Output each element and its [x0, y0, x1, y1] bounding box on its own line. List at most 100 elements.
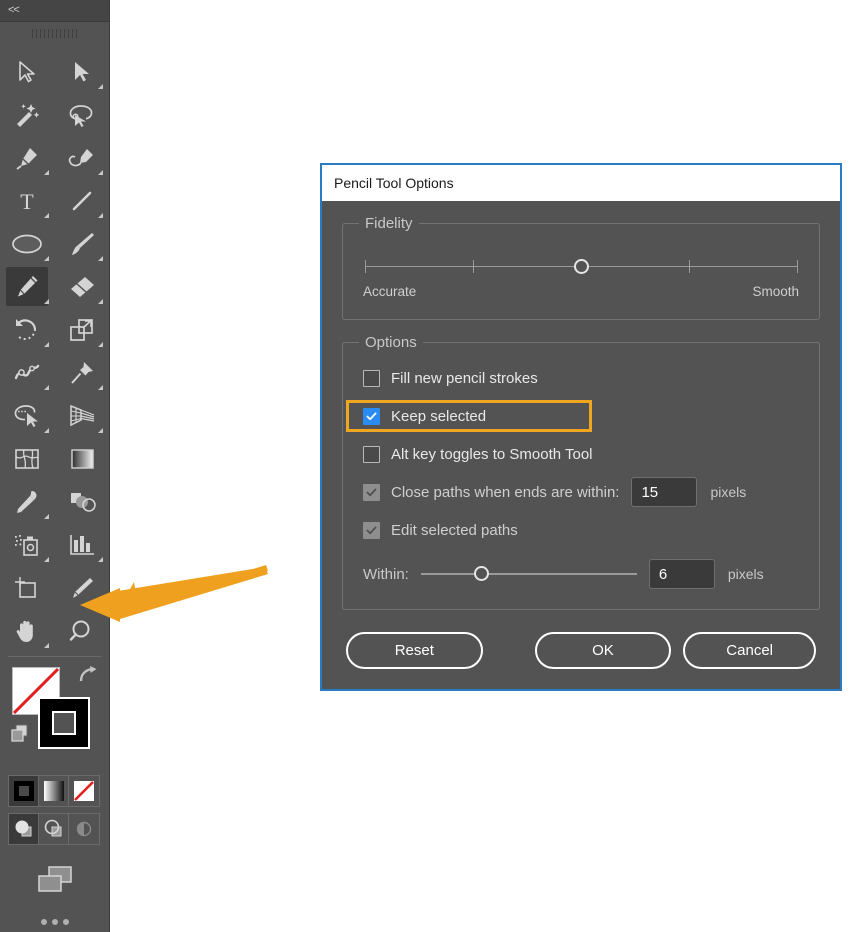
within-value-input[interactable]: 6 [648, 559, 715, 589]
ellipse-tool[interactable] [0, 222, 55, 265]
mesh-tool[interactable] [0, 437, 55, 480]
flyout-corner-icon[interactable] [43, 385, 49, 390]
flyout-corner-icon[interactable] [43, 514, 49, 519]
type-tool[interactable]: T [0, 179, 55, 222]
paintbrush-tool[interactable] [55, 222, 110, 265]
rotate-tool[interactable] [0, 308, 55, 351]
flyout-corner-icon[interactable] [98, 428, 103, 433]
grip-lines-icon [31, 28, 78, 38]
selection-tool[interactable] [0, 50, 55, 93]
flyout-corner-icon[interactable] [43, 428, 49, 433]
flyout-corner-icon[interactable] [43, 256, 49, 261]
symbol-sprayer-tool[interactable] [0, 523, 55, 566]
symbol-sprayer-icon [15, 534, 39, 556]
flyout-corner-icon[interactable] [43, 170, 49, 175]
pen-tool[interactable] [0, 136, 55, 179]
within-slider-thumb[interactable] [474, 566, 490, 581]
stroke-color-swatch[interactable] [38, 697, 90, 749]
ellipsis-dot [40, 919, 47, 925]
flyout-corner-icon[interactable] [98, 299, 103, 304]
gradient-bar-icon [71, 448, 94, 469]
checkmark-icon [366, 526, 377, 534]
eraser-icon [70, 276, 94, 297]
draw-mode-row [8, 813, 100, 845]
slice-tool[interactable] [55, 566, 110, 609]
flyout-corner-icon[interactable] [98, 557, 103, 562]
none-mode-button[interactable] [69, 776, 99, 806]
within-row[interactable]: Within: 6 pixels [363, 559, 799, 589]
edit-selected-paths-checkbox[interactable] [363, 521, 380, 539]
flyout-corner-icon[interactable] [98, 256, 103, 261]
magnifier-icon [69, 620, 90, 641]
flyout-corner-icon[interactable] [98, 170, 103, 175]
color-mode-button[interactable] [9, 776, 39, 806]
panel-drag-grip[interactable] [0, 22, 109, 44]
column-graph-tool[interactable] [55, 523, 110, 566]
gradient-mode-button[interactable] [39, 776, 69, 806]
fill-new-pencil-strokes-row[interactable]: Fill new pencil strokes [363, 365, 799, 391]
artboard-icon [15, 576, 37, 598]
magic-wand-tool[interactable] [0, 93, 55, 136]
flyout-corner-icon[interactable] [43, 342, 49, 347]
swap-fill-stroke-icon[interactable] [77, 665, 99, 690]
reset-button[interactable]: Reset [346, 632, 483, 669]
change-screen-mode-button[interactable] [0, 863, 109, 895]
flyout-corner-icon[interactable] [98, 213, 103, 218]
dialog-titlebar[interactable]: Pencil Tool Options [322, 165, 840, 201]
flyout-corner-icon[interactable] [98, 600, 103, 605]
paint-mode-row [8, 775, 100, 807]
draw-normal-button[interactable] [9, 814, 39, 844]
pencil-tool[interactable] [0, 265, 55, 308]
scale-tool[interactable] [55, 308, 110, 351]
close-paths-checkbox[interactable] [363, 483, 380, 501]
line-segment-tool[interactable] [55, 179, 110, 222]
blend-tool[interactable] [55, 480, 110, 523]
fidelity-slider[interactable] [365, 252, 798, 282]
zoom-tool[interactable] [55, 609, 110, 652]
flyout-corner-icon[interactable] [43, 213, 49, 218]
ellipsis-dot [62, 919, 69, 925]
fidelity-tick [689, 260, 690, 273]
keep-selected-checkbox[interactable] [363, 407, 380, 425]
flyout-corner-icon[interactable] [98, 342, 103, 347]
flyout-corner-icon[interactable] [98, 84, 103, 89]
edit-toolbar-button[interactable] [0, 919, 109, 925]
cancel-button[interactable]: Cancel [683, 632, 817, 669]
hand-tool[interactable] [0, 609, 55, 652]
free-transform-tool[interactable] [55, 351, 110, 394]
edit-selected-paths-row[interactable]: Edit selected paths [363, 517, 799, 543]
fidelity-tick [365, 260, 366, 273]
direct-selection-tool[interactable] [55, 50, 110, 93]
eyedropper-tool[interactable] [0, 480, 55, 523]
flyout-corner-icon[interactable] [98, 385, 103, 390]
eraser-tool[interactable] [55, 265, 110, 308]
gradient-tool[interactable] [55, 437, 110, 480]
curvature-tool[interactable] [55, 136, 110, 179]
within-slider[interactable] [420, 564, 637, 584]
draw-normal-icon [15, 820, 31, 837]
fidelity-slider-thumb[interactable] [574, 259, 589, 274]
draw-inside-button[interactable] [69, 814, 99, 844]
collapse-panel-icon[interactable]: << [8, 5, 20, 16]
artboard-tool[interactable] [0, 566, 55, 609]
shape-builder-tool[interactable] [0, 394, 55, 437]
default-fill-stroke-icon[interactable] [10, 723, 32, 750]
flyout-corner-icon[interactable] [43, 643, 49, 648]
flyout-corner-icon[interactable] [43, 299, 49, 304]
fill-new-pencil-strokes-checkbox[interactable] [363, 369, 380, 387]
flyout-corner-icon[interactable] [43, 557, 49, 562]
keep-selected-row[interactable]: Keep selected [346, 400, 592, 432]
within-units-label: pixels [727, 566, 764, 582]
close-paths-row[interactable]: Close paths when ends are within: 15 pix… [363, 477, 799, 507]
close-paths-value-input[interactable]: 15 [631, 477, 698, 507]
width-tool[interactable] [0, 351, 55, 394]
alt-key-toggles-smooth-tool-row[interactable]: Alt key toggles to Smooth Tool [363, 441, 799, 467]
tools-panel-titlebar[interactable]: << [0, 0, 109, 22]
lasso-tool[interactable] [55, 93, 110, 136]
fill-stroke-area [0, 659, 109, 771]
shape-builder-icon [14, 404, 39, 427]
draw-behind-button[interactable] [39, 814, 69, 844]
ok-button[interactable]: OK [534, 632, 672, 669]
perspective-grid-tool[interactable] [55, 394, 110, 437]
alt-key-toggles-smooth-tool-checkbox[interactable] [363, 445, 380, 463]
